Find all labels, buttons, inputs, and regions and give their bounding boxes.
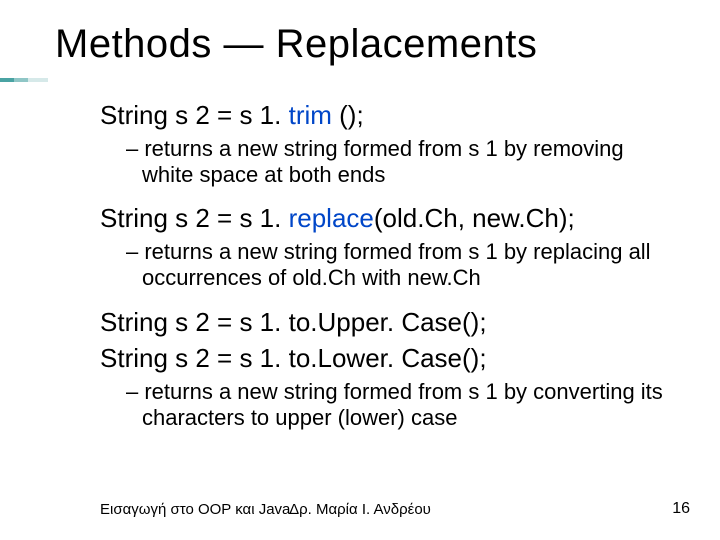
- code-line-trim: String s 2 = s 1. trim ();: [100, 99, 670, 132]
- slide-body: String s 2 = s 1. trim (); returns a new…: [100, 95, 670, 445]
- block-replace: String s 2 = s 1. replace(old.Ch, new.Ch…: [100, 202, 670, 291]
- code-suffix: (old.Ch, new.Ch);: [374, 203, 575, 233]
- slide-title: Methods — Replacements: [55, 22, 537, 67]
- code-suffix: ();: [332, 100, 364, 130]
- desc-trim: returns a new string formed from s 1 by …: [126, 136, 670, 189]
- accent-seg: [0, 78, 14, 82]
- slide: Methods — Replacements String s 2 = s 1.…: [0, 0, 720, 540]
- desc-replace: returns a new string formed from s 1 by …: [126, 239, 670, 292]
- code-call: trim: [289, 100, 332, 130]
- code-line-replace: String s 2 = s 1. replace(old.Ch, new.Ch…: [100, 202, 670, 235]
- footer-page-number: 16: [672, 500, 690, 518]
- code-prefix: String s 2 = s 1.: [100, 203, 289, 233]
- code-line-upper: String s 2 = s 1. to.Upper. Case();: [100, 306, 670, 339]
- desc-case: returns a new string formed from s 1 by …: [126, 379, 670, 432]
- code-prefix: String s 2 = s 1.: [100, 100, 289, 130]
- accent-seg: [28, 78, 48, 82]
- footer-center: Δρ. Μαρία Ι. Ανδρέου: [0, 501, 720, 518]
- code-call: replace: [289, 203, 374, 233]
- block-case: String s 2 = s 1. to.Upper. Case(); Stri…: [100, 306, 670, 432]
- accent-seg: [14, 78, 28, 82]
- code-line-lower: String s 2 = s 1. to.Lower. Case();: [100, 342, 670, 375]
- accent-line: [0, 78, 48, 82]
